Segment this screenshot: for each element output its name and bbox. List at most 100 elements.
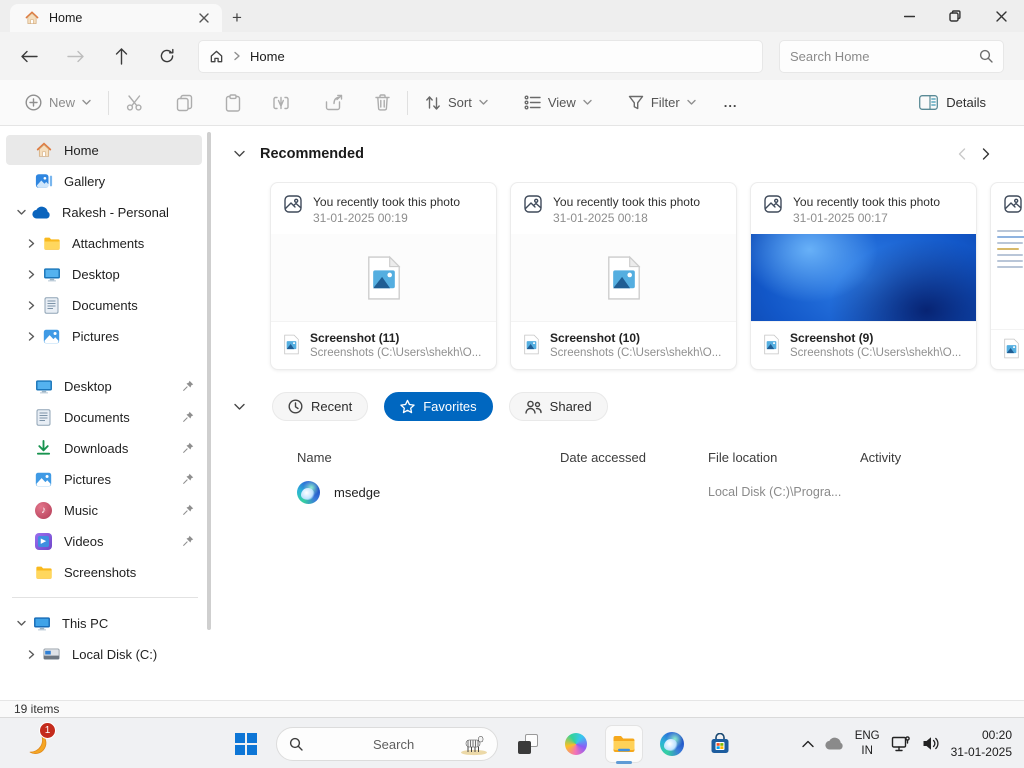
new-button[interactable]: New (16, 87, 100, 118)
filter-button[interactable]: Filter (619, 88, 705, 117)
explorer-search-box[interactable] (779, 40, 1004, 73)
sidebar-item-pictures[interactable]: Pictures (6, 464, 202, 494)
copy-button[interactable] (167, 87, 202, 119)
copilot-button[interactable] (558, 726, 594, 762)
image-file-icon (605, 255, 643, 301)
view-button[interactable]: View (515, 88, 601, 117)
recommended-card-screenshot-9[interactable]: You recently took this photo 31-01-2025 … (750, 182, 977, 370)
restore-button[interactable] (932, 0, 978, 32)
breadcrumb-location[interactable]: Home (250, 49, 285, 64)
carousel-left-icon[interactable] (958, 148, 966, 160)
collapse-chevron-icon[interactable] (234, 403, 260, 411)
sidebar-item-label: Screenshots (64, 565, 136, 580)
tab-favorites[interactable]: Favorites (384, 392, 492, 421)
sidebar-divider (12, 597, 198, 598)
recommended-card-screenshot-11[interactable]: You recently took this photo 31-01-2025 … (270, 182, 497, 370)
task-view-button[interactable] (510, 726, 546, 762)
recommended-card-screenshot-10[interactable]: You recently took this photo 31-01-2025 … (510, 182, 737, 370)
collapse-chevron-icon[interactable] (234, 150, 260, 158)
share-button[interactable] (316, 87, 352, 118)
language-indicator[interactable]: ENG IN (855, 729, 880, 758)
sidebar-item-label: Attachments (72, 236, 144, 251)
sidebar-item-gallery[interactable]: Gallery (6, 166, 202, 196)
up-button[interactable] (104, 39, 138, 73)
edge-app-icon (297, 481, 320, 504)
tab-recent-label: Recent (311, 399, 352, 414)
drive-icon (42, 645, 61, 664)
widgets-weather-button[interactable]: 1 (22, 729, 52, 759)
refresh-button[interactable] (150, 39, 184, 73)
sidebar-item-this-pc[interactable]: This PC (6, 608, 202, 638)
network-icon[interactable] (891, 735, 911, 752)
breadcrumb-home-icon[interactable] (209, 49, 224, 64)
file-row-msedge[interactable]: msedge Local Disk (C:)\Progra... (297, 473, 1024, 511)
new-tab-button[interactable]: + (222, 4, 252, 32)
image-file-icon (1003, 338, 1020, 359)
rename-button[interactable] (264, 88, 302, 118)
minimize-button[interactable] (886, 0, 932, 32)
chevron-right-icon[interactable] (20, 650, 42, 659)
sort-button[interactable]: Sort (416, 88, 497, 118)
clock-date-display[interactable]: 00:20 31-01-2025 (951, 727, 1012, 759)
chevron-right-icon[interactable] (20, 332, 42, 341)
sidebar-item-music[interactable]: ♪ Music (6, 495, 202, 525)
edge-app-icon (660, 732, 684, 756)
delete-button[interactable] (366, 87, 399, 118)
back-button[interactable] (12, 39, 46, 73)
command-toolbar: New Sort View Filter ... Details (0, 80, 1024, 126)
onedrive-tray-icon[interactable] (825, 737, 844, 750)
search-icon[interactable] (979, 49, 993, 63)
sidebar-scrollbar[interactable] (207, 132, 211, 630)
taskbar-search-box[interactable]: Search (276, 727, 498, 761)
sidebar-item-attachments[interactable]: Attachments (6, 228, 202, 258)
chevron-down-icon[interactable] (10, 620, 32, 627)
sidebar-item-label: Desktop (72, 267, 120, 282)
more-options-label: ... (724, 95, 738, 110)
chevron-right-icon[interactable] (20, 239, 42, 248)
sidebar-item-home[interactable]: Home (6, 135, 202, 165)
recommended-card-partial[interactable] (990, 182, 1024, 370)
file-explorer-button[interactable] (606, 726, 642, 762)
tab-recent[interactable]: Recent (272, 392, 368, 421)
chevron-right-icon[interactable] (20, 270, 42, 279)
tab-home[interactable]: Home (10, 4, 222, 32)
sidebar-item-onedrive-rakesh[interactable]: Rakesh - Personal (6, 197, 202, 227)
sidebar-item-pictures-onedrive[interactable]: Pictures (6, 321, 202, 351)
tray-chevron-up-icon[interactable] (802, 740, 814, 748)
sidebar-item-screenshots[interactable]: Screenshots (6, 557, 202, 587)
more-options-button[interactable]: ... (715, 88, 747, 117)
column-header-file-location[interactable]: File location (708, 450, 860, 465)
photo-icon (763, 194, 783, 214)
column-header-date-accessed[interactable]: Date accessed (560, 450, 708, 465)
sidebar-item-label: Pictures (64, 472, 111, 487)
paste-button[interactable] (216, 87, 250, 119)
explorer-search-input[interactable] (790, 49, 979, 64)
microsoft-store-button[interactable] (702, 726, 738, 762)
carousel-right-icon[interactable] (982, 148, 990, 160)
column-header-name[interactable]: Name (297, 450, 560, 465)
close-button[interactable] (978, 0, 1024, 32)
cut-button[interactable] (117, 87, 153, 119)
edge-browser-button[interactable] (654, 726, 690, 762)
chevron-down-icon[interactable] (10, 209, 32, 216)
tab-shared[interactable]: Shared (509, 392, 608, 421)
tab-close-button[interactable] (194, 8, 214, 28)
sidebar-item-videos[interactable]: ▶ Videos (6, 526, 202, 556)
window-content: Home Gallery Rakesh - Personal Attachmen… (0, 126, 1024, 700)
breadcrumb-chevron-icon[interactable] (233, 51, 241, 61)
sidebar-item-documents[interactable]: Documents (6, 402, 202, 432)
column-header-activity[interactable]: Activity (860, 450, 970, 465)
sidebar-item-downloads[interactable]: Downloads (6, 433, 202, 463)
sidebar-item-desktop[interactable]: Desktop (6, 371, 202, 401)
sidebar-item-local-disk-c[interactable]: Local Disk (C:) (6, 639, 202, 669)
sort-arrows-icon (425, 95, 441, 111)
forward-button[interactable] (58, 39, 92, 73)
sidebar-item-desktop-onedrive[interactable]: Desktop (6, 259, 202, 289)
chevron-right-icon[interactable] (20, 301, 42, 310)
details-pane-button[interactable]: Details (909, 89, 996, 116)
music-icon: ♪ (34, 501, 53, 520)
speaker-icon[interactable] (922, 736, 940, 751)
address-bar[interactable]: Home (198, 40, 763, 73)
sidebar-item-documents-onedrive[interactable]: Documents (6, 290, 202, 320)
start-button[interactable] (228, 726, 264, 762)
